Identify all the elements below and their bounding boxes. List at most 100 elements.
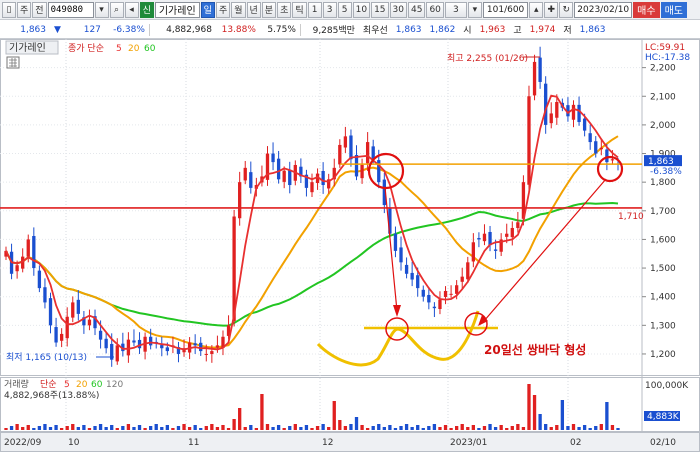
candle-body <box>571 104 576 120</box>
chevron-up-icon[interactable]: ▴ <box>529 1 544 18</box>
quote-bar: 1,863 ▼ 127 -6.38% 4,882,968 13.88% 5.75… <box>0 21 700 39</box>
min-45[interactable]: 45 <box>407 1 426 18</box>
trade-amount: 9,285백만 <box>312 26 355 36</box>
vol-ma5-label: 5 <box>64 380 70 390</box>
volume-bar <box>610 425 615 430</box>
volume-bar <box>365 428 370 430</box>
volume-bar <box>9 426 14 430</box>
tf-month[interactable]: 월 <box>231 1 246 18</box>
stock-code-input[interactable] <box>47 1 94 18</box>
candle-body <box>98 330 103 340</box>
y-tick-label: 1,700 <box>650 207 676 217</box>
candle-body <box>26 239 30 257</box>
candle-body <box>360 164 364 179</box>
candle-body <box>482 233 487 242</box>
volume-bar <box>354 417 359 430</box>
candle-body <box>238 182 242 219</box>
volume-bar <box>98 424 103 430</box>
sell-button[interactable]: 매도 <box>660 1 687 18</box>
candlestick-chart[interactable]: 기가레인 종가 단순 5 20 60 LC:59.91 HC:-17.38 1,… <box>0 39 700 452</box>
volume-bar <box>410 427 414 430</box>
volume-bar <box>149 426 153 430</box>
first-quote-label: 최우선 <box>362 26 388 36</box>
tf-week[interactable]: 주 <box>215 1 231 18</box>
volume-bar <box>466 427 470 430</box>
candle-body <box>288 169 292 186</box>
date-field[interactable]: 2023/02/10 <box>574 1 633 18</box>
candle-body <box>582 118 587 131</box>
tf-year[interactable]: 년 <box>246 1 261 18</box>
candle-body <box>243 167 247 181</box>
x-label-02-10: 02/10 <box>650 438 676 448</box>
current-price: 1,863 <box>20 24 46 35</box>
tf-tick[interactable]: 틱 <box>292 1 307 18</box>
volume-bar <box>594 426 598 430</box>
market-selector[interactable]: 전 <box>32 1 47 18</box>
candle-body <box>338 144 342 165</box>
tf-second[interactable]: 초 <box>277 1 292 18</box>
volume-bar <box>282 428 286 430</box>
volume-bar <box>137 425 142 430</box>
volume-value: 4,882,968 <box>166 24 212 35</box>
candle-body <box>215 345 220 348</box>
layout-icon[interactable]: ▯ <box>2 1 16 18</box>
turnover-pct: 13.88% <box>221 24 256 35</box>
candle-body <box>282 170 286 182</box>
min-30[interactable]: 30 <box>389 1 407 18</box>
search-icon[interactable]: ⌕ <box>109 1 124 18</box>
volume-bar <box>199 428 203 430</box>
chart-area[interactable]: 기가레인 종가 단순 5 20 60 LC:59.91 HC:-17.38 1,… <box>0 39 700 452</box>
volume-bar <box>471 425 475 430</box>
candle-body <box>276 158 281 180</box>
candle-body <box>410 272 414 280</box>
volume-bar <box>455 426 459 430</box>
candle-body <box>15 265 19 272</box>
volume-bar <box>93 426 97 430</box>
volume-bar <box>516 424 520 430</box>
min-1[interactable]: 1 <box>307 1 322 18</box>
candle-body <box>399 247 403 263</box>
buy-button[interactable]: 매수 <box>633 1 660 18</box>
data-count[interactable]: 101/600 <box>482 1 529 18</box>
min-3[interactable]: 3 <box>322 1 337 18</box>
volume-bar <box>71 424 75 430</box>
price-change-pct: -6.38% <box>113 24 145 35</box>
candle-body <box>37 270 42 289</box>
min-5[interactable]: 5 <box>337 1 352 18</box>
dropdown-chevron-icon[interactable]: ▾ <box>94 1 109 18</box>
x-axis-bar <box>0 432 700 452</box>
min-15[interactable]: 15 <box>371 1 389 18</box>
min-60[interactable]: 60 <box>426 1 444 18</box>
speaker-icon[interactable]: ◂ <box>124 1 139 18</box>
volume-bar <box>493 427 498 430</box>
volume-bar <box>527 384 531 430</box>
volume-bar <box>193 425 197 430</box>
volume-bar <box>87 428 92 430</box>
refresh-icon[interactable]: ↻ <box>559 1 574 18</box>
volume-bar <box>176 426 181 430</box>
volume-bar <box>505 428 509 430</box>
candle-body <box>549 113 553 124</box>
min-10[interactable]: 10 <box>352 1 371 18</box>
period-selector[interactable]: 주 <box>17 1 32 18</box>
volume-bar <box>499 425 503 430</box>
candle-body <box>160 345 164 349</box>
custom-minute[interactable]: 3 <box>444 1 467 18</box>
stock-name: 기가레인 <box>154 1 200 18</box>
y-tick-label: 1,500 <box>650 264 676 274</box>
chevron-down-icon[interactable]: ▾ <box>467 1 482 18</box>
vol-ma60-label: 60 <box>91 380 103 390</box>
candle-body <box>365 142 370 164</box>
volume-bar <box>271 427 275 430</box>
support-line-label: 1,710 <box>618 212 644 222</box>
low-label: 저 <box>563 26 572 36</box>
tf-minute[interactable]: 분 <box>261 1 277 18</box>
x-label-11: 11 <box>188 438 199 448</box>
tf-day[interactable]: 일 <box>200 1 215 18</box>
x-label-12: 12 <box>322 438 333 448</box>
candle-body <box>76 299 80 314</box>
pin-icon[interactable]: ✚ <box>544 1 559 18</box>
first-bid: 1,862 <box>429 24 456 35</box>
low-note: 최저 1,165 (10/13) <box>6 352 87 363</box>
volume-bar <box>577 427 581 430</box>
